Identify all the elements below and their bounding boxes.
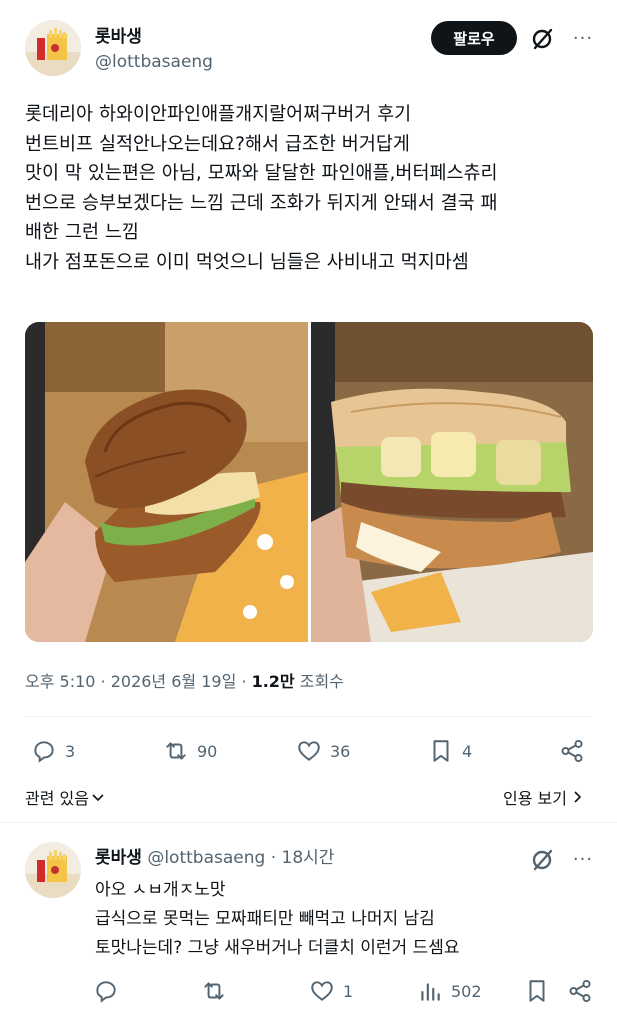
heart-icon xyxy=(298,741,320,761)
like-count: 36 xyxy=(330,741,351,761)
more-icon[interactable]: ··· xyxy=(569,845,597,873)
bookmark-icon xyxy=(433,740,449,762)
chevron-down-icon xyxy=(92,794,104,802)
reply-bookmark-button[interactable] xyxy=(524,978,550,1004)
bookmark-count: 4 xyxy=(462,741,473,761)
reply-views-button[interactable]: 502 xyxy=(417,978,482,1004)
reply-author-avatar[interactable] xyxy=(25,842,81,898)
reply-header: 롯바생 @lottbasaeng · 18시간 xyxy=(95,843,334,868)
view-quotes-link[interactable]: 인용 보기 xyxy=(503,785,583,809)
reply-views-count: 502 xyxy=(451,981,482,1001)
reply-text-line: 급식으로 못먹는 모짜패티만 빼먹고 나머지 남김 xyxy=(95,909,435,929)
post-image-2[interactable] xyxy=(311,322,593,642)
reply-icon xyxy=(96,981,116,1003)
grok-icon[interactable] xyxy=(529,24,557,52)
post-text-line: 내가 점포돈으로 이미 먹엇으니 님들은 사비내고 먹지마셈 xyxy=(25,251,469,273)
post-text-line: 번으로 승부보겠다는 느낌 근데 조화가 뒤지게 안돼서 결국 패 xyxy=(25,192,498,214)
post-text-line: 배한 그런 느낌 xyxy=(25,222,139,243)
reply-button[interactable]: 3 xyxy=(31,738,75,764)
grok-icon[interactable] xyxy=(529,845,557,873)
reply-text: 아오 ㅅㅂ개ㅈ노맛 급식으로 못먹는 모짜패티만 빼먹고 나머지 남김 토맛나는… xyxy=(95,876,459,963)
views-icon xyxy=(421,983,440,1001)
repost-icon xyxy=(204,982,224,1000)
reply-like-count: 1 xyxy=(343,981,354,1001)
reply-repost-button[interactable] xyxy=(201,978,235,1004)
repost-count: 90 xyxy=(197,741,218,761)
more-icon[interactable]: ··· xyxy=(569,24,597,52)
follow-button[interactable]: 팔로우 xyxy=(431,21,517,55)
related-label: 관련 있음 xyxy=(25,789,89,808)
reply-reply-button[interactable] xyxy=(93,978,127,1004)
post-text: 롯데리아 하와이안파인애플개지랄어쩌구버거 후기 번트비프 실적안나오는데요?해… xyxy=(25,100,605,277)
share-icon xyxy=(561,739,583,763)
reply-share-button[interactable] xyxy=(567,978,593,1004)
reply-time[interactable]: · 18시간 xyxy=(271,848,335,868)
reply-author-handle[interactable]: @lottbasaeng xyxy=(147,848,265,868)
heart-icon xyxy=(311,981,333,1001)
share-button[interactable] xyxy=(559,738,585,764)
post-meta: 오후 5:10 · 2026년 6월 19일 · 1.2만 조회수 xyxy=(25,668,344,692)
reply-text-line: 아오 ㅅㅂ개ㅈ노맛 xyxy=(95,880,226,900)
author-avatar[interactable] xyxy=(25,20,81,76)
quote-label: 인용 보기 xyxy=(503,789,567,808)
like-button[interactable]: 36 xyxy=(296,738,350,764)
repost-icon xyxy=(166,742,186,760)
reply-text-line: 토맛나는데? 그냥 새우버거나 더클치 이런거 드셈요 xyxy=(95,938,460,958)
related-link[interactable]: 관련 있음 xyxy=(25,785,105,809)
post-text-line: 롯데리아 하와이안파인애플개지랄어쩌구버거 후기 xyxy=(25,104,412,125)
section-divider xyxy=(0,822,617,823)
bookmark-button[interactable]: 4 xyxy=(428,738,472,764)
chevron-right-icon xyxy=(574,791,582,803)
author-name[interactable]: 롯바생 xyxy=(95,22,142,47)
views-label: 조회수 xyxy=(294,672,344,691)
repost-button[interactable]: 90 xyxy=(163,738,217,764)
views-count: 1.2만 xyxy=(251,672,295,691)
reply-like-button[interactable]: 1 xyxy=(309,978,353,1004)
bookmark-icon xyxy=(529,980,545,1002)
post-text-line: 번트비프 실적안나오는데요?해서 급조한 버거답게 xyxy=(25,133,410,155)
share-icon xyxy=(569,979,591,1003)
reply-count: 3 xyxy=(65,741,76,761)
post-text-line: 맛이 막 있는편은 아님, 모짜와 달달한 파인애플,버터페스츄리 xyxy=(25,163,498,184)
author-handle[interactable]: @lottbasaeng xyxy=(95,52,213,72)
reply-icon xyxy=(34,741,54,763)
reply-author-name[interactable]: 롯바생 xyxy=(95,848,142,868)
divider xyxy=(25,716,592,717)
post-timestamp[interactable]: 오후 5:10 · 2026년 6월 19일 · xyxy=(25,672,252,691)
post-image-1[interactable] xyxy=(25,322,308,642)
